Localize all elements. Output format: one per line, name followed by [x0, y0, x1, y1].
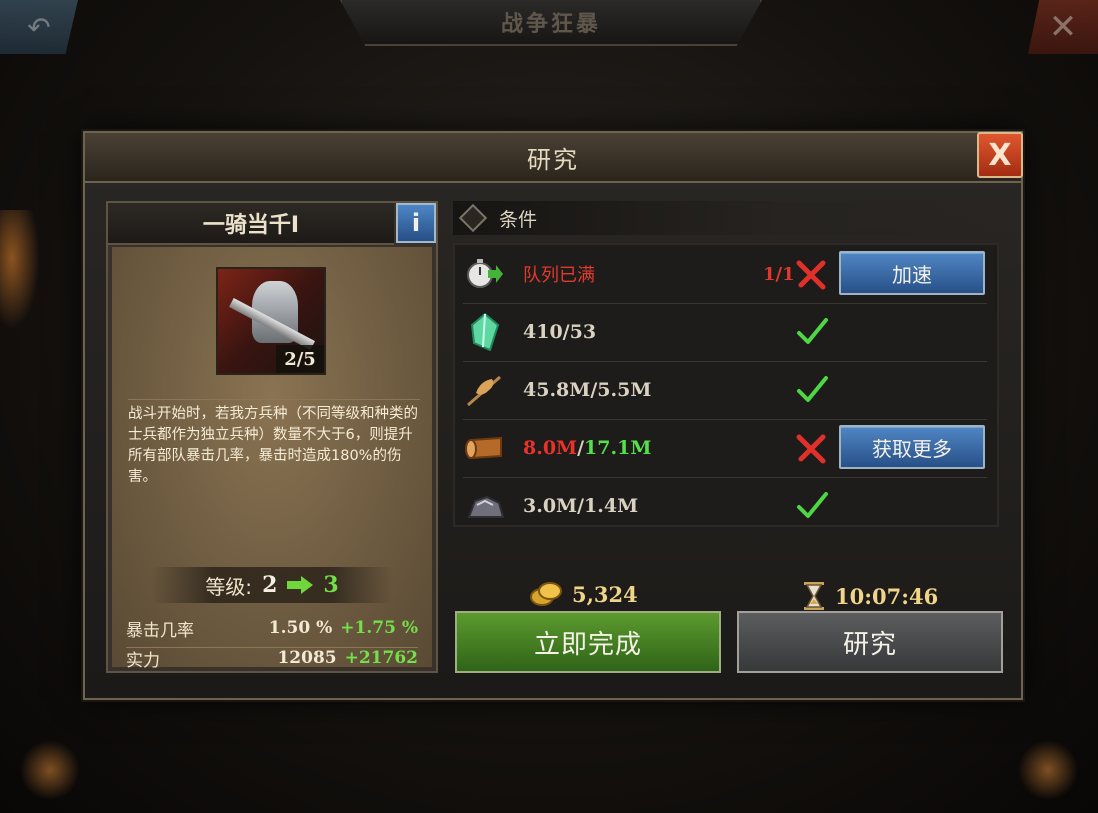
crystal-icon: [463, 310, 507, 354]
queue-full-text: 队列已满: [523, 265, 595, 286]
food-have: 45.8M: [523, 379, 591, 401]
wood-have: 8.0M: [523, 437, 578, 459]
gold-coin-icon: [530, 582, 562, 606]
skill-portrait: 2/5: [216, 267, 326, 375]
stat-increase: +1.75 %: [340, 618, 418, 638]
level-to: 3: [323, 572, 339, 598]
stat-increase: +21762: [344, 648, 418, 668]
gold-cost: 5,324: [530, 581, 638, 607]
research-button[interactable]: 研究: [737, 611, 1003, 673]
crystal-have: 410: [523, 321, 563, 343]
skill-name-header: 一骑当千I: [108, 203, 394, 245]
research-label: 研究: [842, 629, 897, 660]
background-close-button[interactable]: ✕: [1028, 0, 1098, 54]
level-label: 等级:: [205, 574, 253, 599]
dialog-title: 研究: [527, 145, 579, 174]
skill-description: 战斗开始时，若我方兵种（不同等级和种类的士兵都作为独立兵种）数量不大于6，则提升…: [128, 399, 420, 488]
stat-row-power: 实力 12085 +21762: [126, 648, 418, 671]
food-need: 5.5M: [597, 379, 652, 401]
back-button[interactable]: ↶: [0, 0, 78, 54]
skill-panel: 一骑当千I i 2/5 战斗开始时，若我方兵种（不同等级和种类的士兵都作为独立兵…: [106, 201, 438, 673]
queue-quota: 1/1: [763, 263, 795, 285]
conditions-list[interactable]: 队列已满 1/1 加速 410/53 45.8M/5.5M 8.0M/17.1M…: [453, 243, 999, 527]
iron-ore-icon: [463, 484, 507, 525]
cross-mark-icon: [796, 434, 826, 464]
stat-current: 1.50 %: [268, 618, 333, 638]
close-x-icon: X: [988, 137, 1012, 173]
check-mark-icon: [797, 376, 828, 402]
food-amount: 45.8M/5.5M: [523, 379, 652, 401]
skill-name: 一骑当千I: [202, 213, 300, 238]
conditions-title: 条件: [499, 208, 538, 231]
crystal-amount: 410/53: [523, 321, 597, 343]
stopwatch-icon: [463, 252, 507, 296]
info-button[interactable]: i: [396, 203, 436, 243]
torch-glow: [0, 210, 40, 330]
research-dialog: 研究 X 一骑当千I i 2/5 战斗开始时，若我方兵种（不同等级和种类的士兵都…: [83, 131, 1023, 700]
background-banner-title: 战争狂暴: [500, 12, 601, 37]
iron-amount: 3.0M/1.4M: [523, 495, 639, 517]
wheat-icon: [463, 368, 507, 412]
condition-row-food: 45.8M/5.5M: [463, 361, 987, 420]
background-banner: 战争狂暴: [340, 0, 762, 46]
time-cost: 10:07:46: [803, 581, 938, 611]
check-mark-icon: [797, 492, 828, 518]
speedup-label: 加速: [892, 262, 932, 287]
back-arrow-icon: ↶: [27, 10, 51, 44]
time-cost-value: 10:07:46: [835, 583, 939, 609]
torch-glow: [20, 740, 80, 800]
speedup-button[interactable]: 加速: [839, 251, 985, 295]
iron-have: 3.0M: [523, 495, 578, 517]
crystal-need: 53: [569, 321, 597, 343]
torch-glow: [1018, 740, 1078, 800]
wood-log-icon: [463, 426, 507, 470]
level-upgrade-row: 等级: 2 3: [152, 567, 392, 603]
right-arrow-icon: [287, 576, 314, 594]
get-more-button[interactable]: 获取更多: [839, 425, 985, 469]
info-icon: i: [411, 209, 421, 237]
condition-row-queue: 队列已满 1/1 加速: [463, 245, 987, 304]
close-icon: ✕: [1048, 7, 1078, 47]
condition-row-crystal: 410/53: [463, 303, 987, 362]
get-more-label: 获取更多: [872, 436, 952, 461]
level-from: 2: [262, 572, 278, 598]
skill-details: 2/5 战斗开始时，若我方兵种（不同等级和种类的士兵都作为独立兵种）数量不大于6…: [112, 247, 432, 671]
skill-level-progress: 2/5: [276, 345, 324, 373]
stat-name: 实力: [126, 650, 160, 671]
conditions-header: 条件: [453, 201, 1001, 235]
dialog-title-bar: 研究: [85, 133, 1021, 183]
check-mark-icon: [797, 318, 828, 344]
wood-need: 17.1M: [584, 437, 652, 459]
instant-complete-label: 立即完成: [533, 629, 642, 660]
cross-mark-icon: [796, 260, 826, 290]
dialog-close-button[interactable]: X: [977, 132, 1023, 178]
gold-cost-value: 5,324: [572, 581, 638, 607]
stat-current: 12085: [277, 648, 337, 668]
wood-amount: 8.0M/17.1M: [523, 437, 652, 459]
condition-row-wood: 8.0M/17.1M 获取更多: [463, 419, 987, 478]
hourglass-icon: [804, 582, 824, 610]
condition-row-iron: 3.0M/1.4M: [463, 477, 987, 525]
diamond-icon: [458, 203, 488, 233]
stat-row-crit: 暴击几率 1.50 % +1.75 %: [126, 609, 418, 648]
stat-name: 暴击几率: [126, 620, 194, 641]
instant-complete-button[interactable]: 立即完成: [455, 611, 721, 673]
iron-need: 1.4M: [584, 495, 639, 517]
